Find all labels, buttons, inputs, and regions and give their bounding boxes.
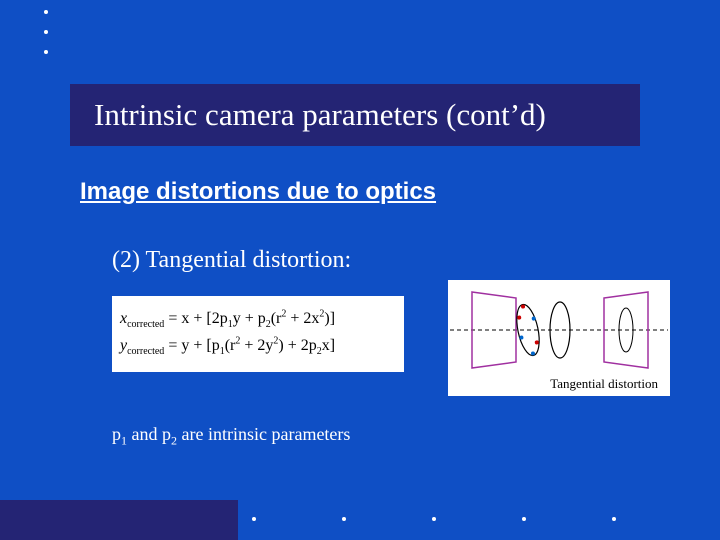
dot-icon (44, 30, 48, 34)
formula-line-1: xcorrected = x + [2p1y + p2(r2 + 2x2)] (120, 306, 396, 333)
tangential-distortion-diagram: Tangential distortion (448, 280, 670, 396)
decor-dots-top (44, 10, 48, 70)
dot-icon (612, 517, 616, 521)
slide-title: Intrinsic camera parameters (cont’d) (94, 97, 546, 133)
diagram-caption: Tangential distortion (550, 376, 658, 392)
item-label: (2) Tangential distortion: (112, 247, 351, 274)
dot-icon (44, 10, 48, 14)
dot-icon (342, 517, 346, 521)
title-bar: Intrinsic camera parameters (cont’d) (70, 84, 640, 146)
dot-icon (522, 517, 526, 521)
decor-bottom-bar (0, 500, 238, 540)
decor-dots-bottom (252, 508, 702, 526)
intrinsic-parameters-note: p1 and p2 are intrinsic parameters (112, 424, 350, 449)
dot-icon (432, 517, 436, 521)
formula-box: xcorrected = x + [2p1y + p2(r2 + 2x2)] y… (112, 296, 404, 372)
dot-icon (252, 517, 256, 521)
subheading: Image distortions due to optics (80, 178, 436, 206)
diagram-svg (448, 284, 670, 376)
formula-line-2: ycorrected = y + [p1(r2 + 2y2) + 2p2x] (120, 333, 396, 360)
dot-icon (44, 50, 48, 54)
slide: Intrinsic camera parameters (cont’d) Ima… (0, 0, 720, 540)
